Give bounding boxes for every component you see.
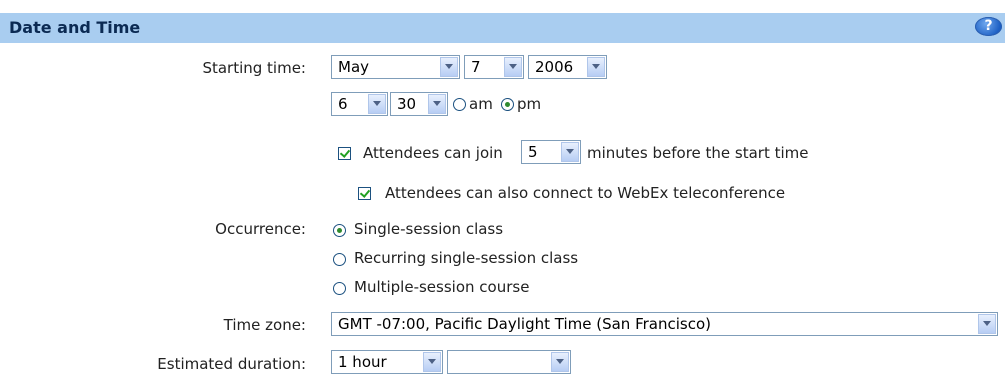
time-zone-label: Time zone: — [223, 316, 306, 334]
am-label: am — [469, 95, 493, 113]
month-value: May — [338, 58, 370, 76]
occurrence-option-single: Single-session class — [354, 220, 504, 238]
occurrence-option-multiple: Multiple-session course — [354, 278, 530, 296]
help-icon[interactable]: ? — [975, 17, 1002, 36]
join-minutes-value: 5 — [528, 143, 538, 161]
attendees-join-label: Attendees can join — [363, 144, 503, 162]
chevron-down-icon[interactable] — [368, 94, 386, 114]
pm-label: pm — [517, 95, 542, 113]
duration-label: Estimated duration: — [157, 355, 306, 373]
hour-value: 6 — [338, 95, 348, 113]
chevron-down-icon[interactable] — [978, 314, 996, 334]
chevron-down-icon[interactable] — [428, 94, 446, 114]
month-select[interactable]: May — [331, 55, 460, 79]
time-zone-select[interactable]: GMT -07:00, Pacific Daylight Time (San F… — [331, 312, 998, 336]
pm-radio[interactable] — [501, 98, 514, 111]
chevron-down-icon[interactable] — [551, 352, 569, 372]
teleconference-checkbox[interactable] — [358, 187, 371, 200]
duration-hours-value: 1 hour — [338, 353, 387, 371]
occurrence-radio-recurring[interactable] — [333, 253, 346, 266]
duration-minutes-select[interactable] — [447, 350, 571, 374]
hour-select[interactable]: 6 — [331, 92, 388, 116]
am-radio[interactable] — [453, 98, 466, 111]
minute-select[interactable]: 30 — [390, 92, 448, 116]
occurrence-option-recurring: Recurring single-session class — [354, 249, 579, 267]
chevron-down-icon[interactable] — [587, 57, 605, 77]
chevron-down-icon[interactable] — [504, 57, 522, 77]
chevron-down-icon[interactable] — [423, 352, 441, 372]
chevron-down-icon[interactable] — [440, 57, 458, 77]
join-minutes-select[interactable]: 5 — [521, 140, 581, 164]
occurrence-label: Occurrence: — [215, 220, 306, 238]
minute-value: 30 — [397, 95, 417, 113]
day-value: 7 — [471, 58, 481, 76]
time-zone-value: GMT -07:00, Pacific Daylight Time (San F… — [338, 315, 711, 333]
year-select[interactable]: 2006 — [528, 55, 607, 79]
occurrence-radio-single[interactable] — [333, 224, 346, 237]
occurrence-radio-multiple[interactable] — [333, 282, 346, 295]
section-title: Date and Time — [9, 18, 141, 37]
year-value: 2006 — [535, 58, 574, 76]
attendees-join-checkbox[interactable] — [338, 147, 351, 160]
starting-time-label: Starting time: — [202, 59, 306, 77]
duration-hours-select[interactable]: 1 hour — [331, 350, 443, 374]
attendees-join-suffix: minutes before the start time — [587, 144, 809, 162]
day-select[interactable]: 7 — [464, 55, 524, 79]
teleconference-label: Attendees can also connect to WebEx tele… — [385, 184, 786, 202]
section-header: Date and Time ? — [0, 13, 1005, 43]
chevron-down-icon[interactable] — [561, 142, 579, 162]
